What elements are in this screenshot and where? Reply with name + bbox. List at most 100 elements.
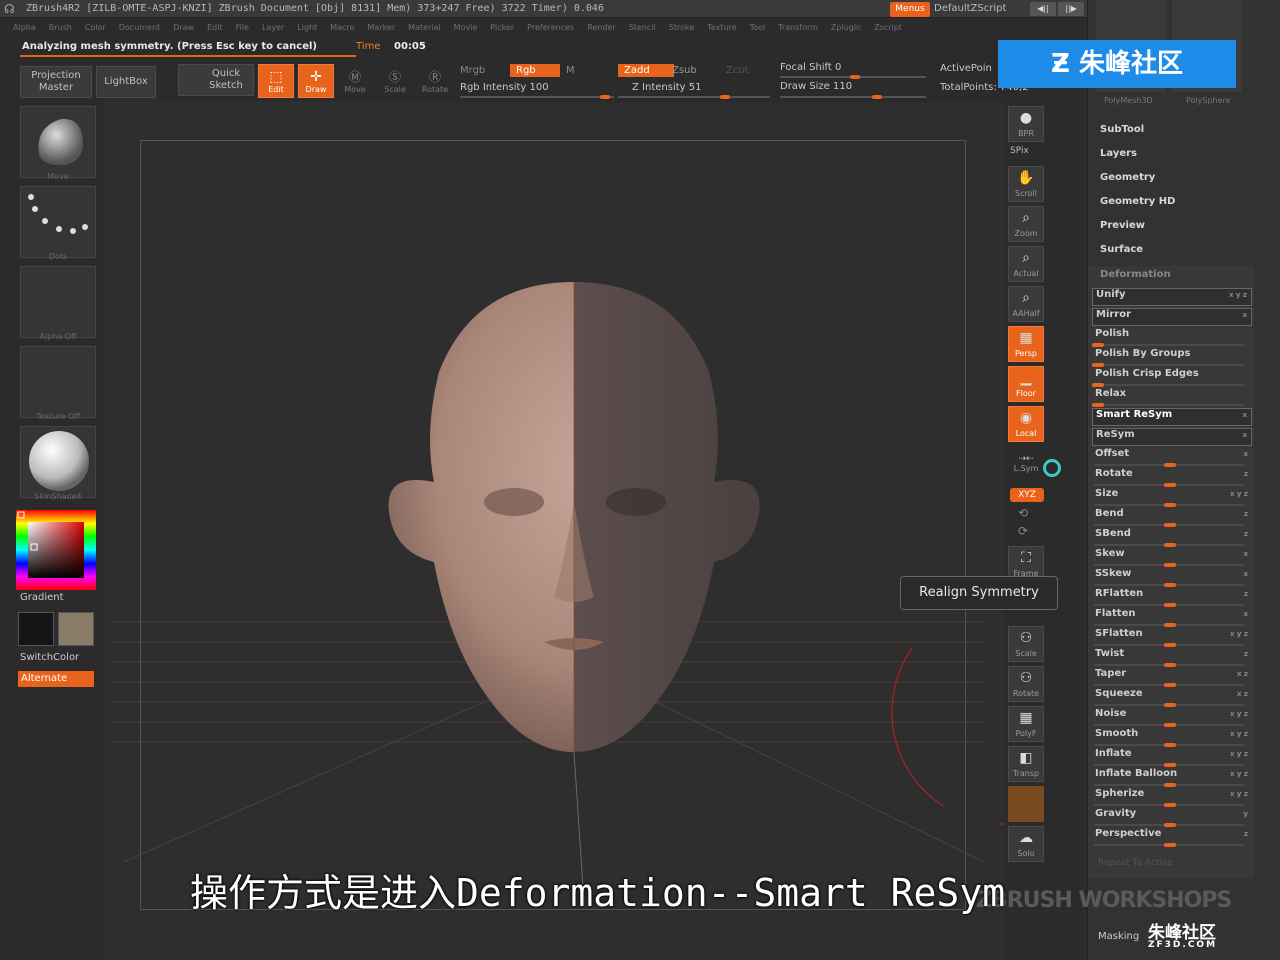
menu-movie[interactable]: Movie <box>454 20 478 36</box>
geometry-menu[interactable]: Geometry <box>1100 172 1155 183</box>
move-button[interactable]: Ⓜ Move <box>338 64 372 98</box>
deform-polish-button[interactable]: Polish <box>1092 328 1252 347</box>
gradient-button[interactable]: Gradient <box>20 592 64 603</box>
alpha-thumbnail[interactable] <box>20 266 96 338</box>
deform-slider-knob[interactable] <box>1164 503 1176 507</box>
deform-slider-knob[interactable] <box>1164 663 1176 667</box>
texture-thumbnail[interactable] <box>20 346 96 418</box>
deform-size-button[interactable]: Size x y z <box>1092 488 1252 507</box>
projection-master-button[interactable]: Projection Master <box>20 66 92 98</box>
menu-macro[interactable]: Macro <box>330 20 354 36</box>
rgb-button[interactable]: Rgb <box>510 64 560 77</box>
deform-axes[interactable]: x y z <box>1230 490 1248 498</box>
rgb-intensity-knob[interactable] <box>600 95 610 99</box>
deform-slider-knob[interactable] <box>1164 763 1176 767</box>
edit-button[interactable]: ⬚ Edit <box>258 64 294 98</box>
deform-axes[interactable]: z <box>1244 590 1248 598</box>
quick-sketch-button[interactable]: Quick Sketch <box>178 64 254 96</box>
deform-slider-knob[interactable] <box>1092 343 1104 347</box>
draw-size-slider[interactable]: Draw Size 110 <box>780 81 852 92</box>
deform-slider-knob[interactable] <box>1164 563 1176 567</box>
deform-inflate-balloon-button[interactable]: Inflate Balloon x y z <box>1092 768 1252 787</box>
repeat-to-active-button[interactable]: Repeat To Active <box>1098 858 1173 868</box>
draw-button[interactable]: ✛ Draw <box>298 64 334 98</box>
actual-button[interactable]: ⌕ Actual <box>1008 246 1044 282</box>
deform-slider-track[interactable] <box>1094 364 1244 366</box>
deformation-title[interactable]: Deformation <box>1100 269 1171 280</box>
deform-slider-knob[interactable] <box>1092 383 1104 387</box>
deform-slider-knob[interactable] <box>1164 523 1176 527</box>
rotate-y-icon[interactable]: ⟲ <box>1018 506 1028 520</box>
bpr-button[interactable]: ● BPR <box>1008 106 1044 142</box>
deform-axes[interactable]: z <box>1244 830 1248 838</box>
deform-axes[interactable]: x z <box>1237 690 1248 698</box>
deform-sskew-button[interactable]: SSkew x <box>1092 568 1252 587</box>
prev-icon[interactable]: ◀|| <box>1030 2 1056 16</box>
menu-marker[interactable]: Marker <box>367 20 395 36</box>
deform-axes[interactable]: x <box>1243 550 1248 558</box>
deform-axes[interactable]: x <box>1243 570 1248 578</box>
menu-stencil[interactable]: Stencil <box>629 20 656 36</box>
deform-polish-crisp-edges-button[interactable]: Polish Crisp Edges <box>1092 368 1252 387</box>
deform-gravity-button[interactable]: Gravity y <box>1092 808 1252 827</box>
main-color-swatch[interactable] <box>18 612 54 646</box>
rotate-view-button[interactable]: ⚇ Rotate <box>1008 666 1044 702</box>
masking-menu[interactable]: Masking <box>1098 931 1139 942</box>
deform-axes[interactable]: z <box>1244 530 1248 538</box>
deform-axes[interactable]: x y z <box>1230 770 1248 778</box>
menu-render[interactable]: Render <box>587 20 615 36</box>
brush-thumbnail[interactable] <box>20 106 96 178</box>
xyz-button[interactable]: XYZ <box>1010 488 1044 502</box>
deform-slider-track[interactable] <box>1094 344 1244 346</box>
menu-zplugin[interactable]: Zplugin <box>831 20 861 36</box>
zsub-button[interactable]: Zsub <box>672 65 697 76</box>
menu-edit[interactable]: Edit <box>207 20 223 36</box>
z-intensity-knob[interactable] <box>720 95 730 99</box>
deform-rflatten-button[interactable]: RFlatten z <box>1092 588 1252 607</box>
geometry-hd-menu[interactable]: Geometry HD <box>1100 196 1175 207</box>
rotate-z-icon[interactable]: ⟳ <box>1018 524 1028 538</box>
menu-file[interactable]: File <box>236 20 249 36</box>
m-button[interactable]: M <box>566 65 575 76</box>
deform-smart-resym-button[interactable]: Smart ReSym x <box>1092 408 1252 426</box>
deform-offset-button[interactable]: Offset x <box>1092 448 1252 467</box>
deform-axes[interactable]: x z <box>1237 670 1248 678</box>
spix-slider[interactable]: SPix <box>1010 146 1029 156</box>
surface-menu[interactable]: Surface <box>1100 244 1143 255</box>
deform-slider-knob[interactable] <box>1164 803 1176 807</box>
deform-rotate-button[interactable]: Rotate z <box>1092 468 1252 487</box>
draw-size-knob[interactable] <box>872 95 882 99</box>
deform-slider-knob[interactable] <box>1164 823 1176 827</box>
zadd-button[interactable]: Zadd <box>618 64 674 77</box>
menu-light[interactable]: Light <box>297 20 317 36</box>
menu-draw[interactable]: Draw <box>173 20 194 36</box>
rgb-intensity-track[interactable] <box>460 96 614 98</box>
menus-button[interactable]: Menus <box>890 2 930 17</box>
menu-brush[interactable]: Brush <box>49 20 72 36</box>
deform-axes[interactable]: x <box>1243 610 1248 618</box>
deform-axes[interactable]: x <box>1242 311 1247 319</box>
deform-slider-track[interactable] <box>1094 384 1244 386</box>
deform-slider-knob[interactable] <box>1092 363 1104 367</box>
menu-document[interactable]: Document <box>119 20 160 36</box>
deform-slider-knob[interactable] <box>1164 483 1176 487</box>
solo-button[interactable]: ☁ Solo <box>1008 826 1044 862</box>
deform-slider-knob[interactable] <box>1164 603 1176 607</box>
deform-skew-button[interactable]: Skew x <box>1092 548 1252 567</box>
menu-tool[interactable]: Tool <box>750 20 766 36</box>
deform-slider-knob[interactable] <box>1164 783 1176 787</box>
menu-alpha[interactable]: Alpha <box>13 20 36 36</box>
deform-sbend-button[interactable]: SBend z <box>1092 528 1252 547</box>
deform-bend-button[interactable]: Bend z <box>1092 508 1252 527</box>
mrgb-button[interactable]: Mrgb <box>460 65 485 76</box>
deform-slider-knob[interactable] <box>1164 583 1176 587</box>
zcut-button[interactable]: Zcut <box>726 65 749 76</box>
subtool-menu[interactable]: SubTool <box>1100 124 1144 135</box>
deform-sflatten-button[interactable]: SFlatten x y z <box>1092 628 1252 647</box>
deform-taper-button[interactable]: Taper x z <box>1092 668 1252 687</box>
deform-axes[interactable]: x <box>1242 411 1247 419</box>
preview-menu[interactable]: Preview <box>1100 220 1145 231</box>
deform-axes[interactable]: x y z <box>1230 710 1248 718</box>
alternate-button[interactable]: Alternate <box>18 671 94 687</box>
deform-axes[interactable]: x y z <box>1229 291 1247 299</box>
